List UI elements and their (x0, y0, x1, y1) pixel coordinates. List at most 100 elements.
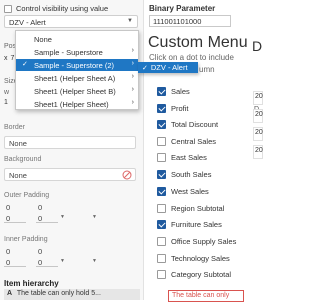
control-visibility-row[interactable]: Control visibility using value (4, 4, 108, 13)
chevron-right-icon: › (131, 73, 134, 80)
table-title: D (252, 38, 263, 54)
custom-menu-title: Custom Menu (148, 34, 248, 51)
option-checkbox[interactable] (157, 169, 166, 179)
menu-item-label: Sheet1 (Helper Sheet) (34, 100, 109, 109)
parameter-title: Binary Parameter (149, 4, 216, 13)
option-label: Category Subtotal (171, 269, 232, 279)
inner-padding-label: Inner Padding (4, 236, 48, 243)
chevron-down-icon: ▼ (127, 18, 133, 24)
inner-padding-chevron-down-icon[interactable]: ▼ (60, 258, 65, 264)
outer-padding-label: Outer Padding (4, 192, 50, 199)
worksheet-dropdown-menu: None Sample - Superstore › ✓ Sample - Su… (15, 30, 139, 110)
border-value: None (9, 139, 27, 148)
outer-padding-chevron-down-icon[interactable]: ▼ (92, 214, 97, 220)
option-label: South Sales (171, 169, 212, 179)
check-icon: ✓ (22, 61, 28, 68)
option-sales[interactable]: Sales (157, 85, 190, 97)
position-x-value: 7 (10, 55, 15, 62)
chevron-right-icon: › (131, 99, 134, 106)
option-checkbox[interactable] (157, 152, 166, 162)
option-checkbox[interactable] (157, 119, 166, 129)
background-select[interactable]: None (4, 168, 136, 181)
submenu-item-label: DZV - Alert (150, 63, 188, 72)
option-total-discount[interactable]: Total Discount (157, 118, 218, 130)
control-visibility-label: Control visibility using value (16, 4, 109, 13)
option-label: Region Subtotal (171, 203, 225, 213)
option-central-sales[interactable]: Central Sales (157, 135, 216, 147)
menu-item-helper-sheet-a[interactable]: Sheet1 (Helper Sheet A) › (16, 72, 138, 84)
menu-item-sample-superstore-2[interactable]: ✓ Sample - Superstore (2) › (16, 59, 138, 71)
menu-item-label: Sample - Superstore (34, 48, 103, 57)
option-label: Profit (171, 103, 189, 113)
data-table-fragment: D O D 20 20 20 20 (246, 34, 263, 300)
background-label: Background (4, 156, 42, 163)
option-checkbox[interactable] (157, 86, 166, 96)
chevron-right-icon: › (131, 86, 134, 93)
custom-menu-subtitle: Click on a dot to include (149, 53, 234, 62)
size-w-value[interactable]: 1 (4, 99, 8, 106)
inner-padding-top[interactable]: 0 (6, 247, 10, 256)
position-x-field[interactable]: x 7 (4, 55, 14, 62)
outer-padding-right[interactable]: 0 (38, 203, 42, 212)
item-hierarchy-entry[interactable]: A The table can only hold 5... (4, 289, 140, 300)
option-technology-sales[interactable]: Technology Sales (157, 252, 230, 264)
inner-padding-chevron-down-icon[interactable]: ▼ (92, 258, 97, 264)
control-visibility-select[interactable]: DZV - Alert ▼ (4, 15, 138, 28)
option-checkbox[interactable] (157, 103, 166, 113)
no-color-icon (122, 170, 132, 180)
option-label: Office Supply Sales (171, 236, 237, 246)
table-cell: 20 (253, 145, 263, 159)
option-furniture-sales[interactable]: Furniture Sales (157, 218, 222, 230)
option-checkbox[interactable] (157, 219, 166, 229)
option-profit[interactable]: Profit (157, 102, 189, 114)
menu-item-none[interactable]: None (16, 33, 138, 45)
table-cell: 20 (253, 127, 263, 141)
check-icon: ✓ (142, 65, 148, 72)
position-x-label: x (4, 55, 8, 62)
inner-padding-right[interactable]: 0 (38, 247, 42, 256)
chevron-right-icon: › (131, 47, 134, 54)
control-visibility-value: DZV - Alert (9, 18, 46, 27)
option-checkbox[interactable] (157, 253, 166, 263)
option-checkbox[interactable] (157, 136, 166, 146)
inner-padding-divider (36, 266, 58, 267)
option-label: Total Discount (171, 119, 219, 129)
option-category-subtotal[interactable]: Category Subtotal (157, 268, 231, 280)
option-checkbox[interactable] (157, 269, 166, 279)
option-label: Technology Sales (171, 253, 230, 263)
border-label: Border (4, 124, 26, 131)
parameter-input[interactable]: 111001101000 (149, 15, 231, 27)
option-checkbox[interactable] (157, 186, 166, 196)
option-east-sales[interactable]: East Sales (157, 151, 207, 163)
option-region-subtotal[interactable]: Region Subtotal (157, 202, 224, 214)
outer-padding-divider (4, 222, 26, 223)
option-checkbox[interactable] (157, 236, 166, 246)
submenu-item-dzv-alert[interactable]: ✓ DZV - Alert (138, 62, 198, 73)
outer-padding-chevron-down-icon[interactable]: ▼ (60, 214, 65, 220)
option-west-sales[interactable]: West Sales (157, 185, 209, 197)
menu-item-sample-superstore[interactable]: Sample - Superstore › (16, 46, 138, 58)
control-visibility-checkbox[interactable] (4, 4, 12, 13)
option-checkbox[interactable] (157, 203, 166, 213)
outer-padding-divider (36, 222, 58, 223)
option-label: West Sales (171, 186, 209, 196)
table-cell: 20 (253, 91, 263, 105)
background-value: None (9, 171, 27, 180)
menu-item-label: Sheet1 (Helper Sheet A) (34, 74, 116, 83)
option-label: Sales (171, 86, 190, 96)
chevron-right-icon: › (131, 60, 134, 67)
warning-message: The table can only (168, 290, 244, 302)
border-select[interactable]: None (4, 136, 136, 149)
custom-menu-subtitle-line2: umn (199, 65, 215, 74)
menu-item-label: None (34, 35, 52, 44)
inner-padding-divider (4, 266, 26, 267)
size-w-label: w (4, 89, 10, 96)
text-object-icon: A (7, 290, 13, 297)
option-south-sales[interactable]: South Sales (157, 168, 211, 180)
menu-item-helper-sheet-b[interactable]: Sheet1 (Helper Sheet B) › (16, 85, 138, 97)
option-office-supply-sales[interactable]: Office Supply Sales (157, 235, 236, 247)
outer-padding-top[interactable]: 0 (6, 203, 10, 212)
parameter-value: 111001101000 (153, 17, 202, 26)
menu-item-helper-sheet[interactable]: Sheet1 (Helper Sheet) › (16, 98, 138, 110)
option-label: Furniture Sales (171, 219, 222, 229)
